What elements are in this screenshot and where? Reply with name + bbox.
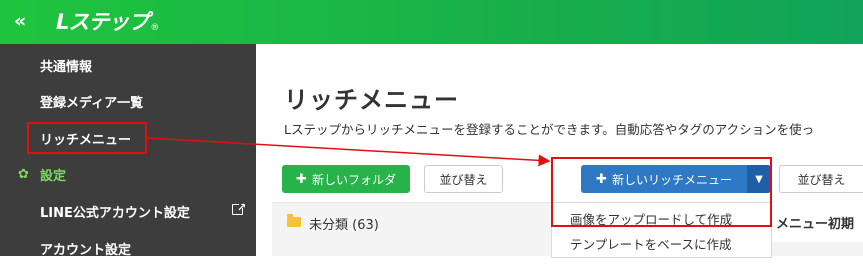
new-folder-label: 新しいフォルダ: [311, 172, 396, 187]
page-title: リッチメニュー: [284, 86, 459, 114]
highlight-box-sidebar: [27, 122, 147, 154]
folder-list-strip: [272, 242, 554, 256]
page-description: Lステップからリッチメニューを登録することができます。自動応答やタグのアクション…: [284, 122, 815, 137]
sidebar-item-label: LINE公式アカウント設定: [40, 205, 190, 221]
folder-item-uncategorized[interactable]: 未分類 (63): [272, 202, 554, 243]
table-row: [772, 242, 863, 256]
folder-icon: [287, 214, 301, 227]
gear-icon: ✿: [18, 166, 29, 182]
sidebar-item-account-settings[interactable]: アカウント設定: [0, 230, 256, 266]
external-link-arrow-icon: ↗: [237, 201, 247, 214]
sidebar-item-line-account-settings[interactable]: LINE公式アカウント設定 ↗: [0, 193, 256, 229]
new-folder-button[interactable]: ✚ 新しいフォルダ: [282, 165, 410, 193]
sidebar-item-label: 登録メディア一覧: [40, 95, 144, 111]
highlight-box-new-rich-menu: [551, 157, 772, 227]
sort-folders-button[interactable]: 並び替え: [424, 165, 503, 193]
sidebar-item-label: アカウント設定: [40, 242, 132, 258]
sidebar-item-common-info[interactable]: 共通情報: [0, 47, 256, 83]
sidebar-section-settings: ✿ 設定: [0, 156, 256, 192]
registered-mark: ®: [150, 23, 160, 33]
sidebar-item-media-list[interactable]: 登録メディア一覧: [0, 83, 256, 119]
column-header-default-menu: メニュー初期: [776, 217, 855, 232]
collapse-sidebar-icon[interactable]: «: [14, 10, 26, 32]
sort-rich-menus-button[interactable]: 並び替え: [779, 165, 863, 193]
top-bar: « Lステップ ®: [0, 0, 863, 44]
folder-label: 未分類 (63): [309, 218, 379, 233]
lstep-logo[interactable]: Lステップ ®: [56, 6, 159, 36]
sidebar-section-label: 設定: [40, 168, 67, 184]
menu-item-from-template[interactable]: テンプレートをベースに作成: [570, 234, 732, 253]
logo-text: Lステップ: [56, 10, 149, 34]
sort-label: 並び替え: [439, 172, 488, 187]
sidebar-item-label: 共通情報: [40, 59, 93, 75]
sort-label: 並び替え: [797, 172, 846, 187]
plus-icon: ✚: [296, 171, 307, 187]
